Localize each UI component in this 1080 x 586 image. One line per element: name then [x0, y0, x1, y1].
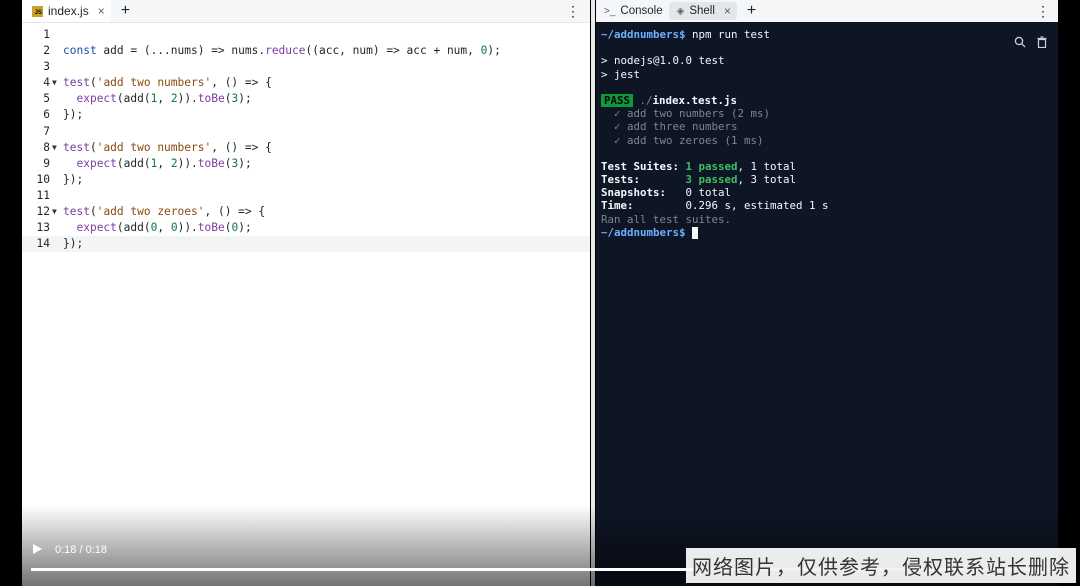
tab-shell[interactable]: ◈ Shell × — [668, 2, 737, 20]
ran-message: Ran all test suites. — [601, 212, 732, 226]
fold-arrow-icon[interactable]: ▼ — [52, 204, 57, 220]
code-line: 11 — [22, 188, 590, 204]
pass-badge: PASS — [601, 93, 634, 107]
code-line: 7 — [22, 124, 590, 140]
file-dir: ./ — [633, 93, 653, 107]
code-text: const add = (...nums) => nums.reduce((ac… — [63, 44, 501, 58]
summary-label: Snapshots: — [601, 186, 686, 200]
fold-arrow-icon[interactable]: ▼ — [52, 140, 57, 156]
code-text: }); — [63, 108, 84, 122]
command-text: npm run test — [685, 28, 771, 41]
test-result: ✓ add three numbers — [601, 120, 738, 134]
code-line: 8 ▼ test('add two numbers', () => { — [22, 140, 590, 156]
code-line: 9 expect(add(1, 2)).toBe(3); — [22, 156, 590, 172]
line-number: 2 — [43, 44, 50, 58]
tab-console[interactable]: >_ Console — [596, 2, 669, 20]
code-line: 2 const add = (...nums) => nums.reduce((a… — [22, 43, 590, 59]
line-number: 9 — [43, 156, 50, 170]
test-result: ✓ add two zeroes (1 ms) — [601, 133, 764, 147]
shell-prompt: ~/addnumbers$ — [601, 28, 686, 41]
tab-label: Console — [620, 5, 663, 17]
code-line: 13 expect(add(0, 0)).toBe(0); — [22, 220, 590, 236]
tab-label: Shell — [689, 5, 715, 17]
tab-index-js[interactable]: JS index.js × — [22, 0, 111, 22]
code-line-active: 14}); — [22, 236, 590, 253]
code-text: }); — [63, 172, 84, 186]
line-number: 14 — [36, 237, 50, 251]
line-number: 6 — [43, 108, 50, 122]
summary-passed: 1 passed — [685, 159, 738, 173]
close-tab-icon[interactable]: × — [98, 4, 105, 18]
summary-label: Tests: — [601, 173, 686, 187]
summary-value: 0.296 s, estimated 1 s — [685, 199, 829, 213]
terminal-pane: >_ Console ◈ Shell × + ⋮ ~/addnumbers$ n… — [596, 0, 1058, 586]
line-number: 4 — [43, 76, 50, 90]
line-number: 1 — [43, 28, 50, 41]
code-line: 4 ▼ test('add two numbers', () => { — [22, 75, 590, 91]
code-line: 10}); — [22, 172, 590, 188]
video-progress-fill — [31, 568, 694, 571]
line-number: 3 — [43, 60, 50, 74]
output-line: > nodejs@1.0.0 test — [601, 54, 725, 68]
code-text: expect(add(1, 2)).toBe(3); — [76, 156, 252, 170]
code-line: 12 ▼ test('add two zeroes', () => { — [22, 204, 590, 220]
terminal-menu-button[interactable]: ⋮ — [1036, 4, 1050, 18]
output-line: > jest — [601, 67, 641, 81]
play-icon[interactable] — [33, 544, 42, 554]
video-time: 0:18 / 0:18 — [55, 544, 107, 556]
code-line: 5 expect(add(1, 2)).toBe(3); — [22, 91, 590, 107]
code-area[interactable]: 1 2 const add = (...nums) => nums.reduce(… — [22, 27, 590, 253]
javascript-file-icon: JS — [32, 5, 43, 17]
code-text: test('add two numbers', () => { — [63, 140, 272, 154]
pane-divider[interactable] — [591, 0, 595, 586]
test-result: ✓ add two numbers (2 ms) — [601, 107, 771, 121]
summary-total: , 3 total — [737, 173, 797, 187]
file-name: index.test.js — [652, 93, 738, 107]
code-text: }); — [63, 237, 84, 251]
code-editor-pane: JS index.js × + ⋮ 1 2 const add = (...num… — [22, 0, 590, 586]
code-text: expect(add(1, 2)).toBe(3); — [76, 92, 252, 106]
code-text: test('add two zeroes', () => { — [63, 205, 266, 219]
code-line: 6}); — [22, 107, 590, 123]
line-number: 5 — [43, 92, 50, 106]
code-line: 3 — [22, 59, 590, 75]
code-line: 1 — [22, 27, 590, 43]
summary-label: Test Suites: — [601, 159, 686, 173]
fold-arrow-icon[interactable]: ▼ — [52, 75, 57, 91]
summary-passed: 3 passed — [685, 173, 738, 187]
add-tab-button[interactable]: + — [121, 3, 130, 19]
code-text: expect(add(0, 0)).toBe(0); — [76, 221, 252, 235]
close-tab-icon[interactable]: × — [724, 4, 731, 18]
terminal-tab-bar: >_ Console ◈ Shell × + ⋮ — [596, 0, 1058, 22]
summary-value: 0 total — [685, 186, 732, 200]
editor-tab-bar: JS index.js × + ⋮ — [22, 0, 590, 23]
tab-label: index.js — [48, 4, 89, 18]
terminal-output[interactable]: ~/addnumbers$ npm run test > nodejs@1.0.… — [601, 28, 1058, 239]
line-number: 12 — [36, 205, 50, 219]
line-number: 8 — [43, 140, 50, 154]
line-number: 10 — [36, 172, 50, 186]
console-icon: >_ — [604, 5, 616, 17]
terminal-cursor — [692, 226, 699, 239]
shell-prompt: ~/addnumbers$ — [601, 225, 686, 239]
line-number: 7 — [43, 124, 50, 138]
editor-menu-button[interactable]: ⋮ — [566, 4, 580, 18]
summary-total: , 1 total — [737, 159, 797, 173]
line-number: 13 — [36, 221, 50, 235]
code-text: test('add two numbers', () => { — [63, 76, 272, 90]
line-number: 11 — [36, 188, 50, 202]
shell-icon: ◈ — [676, 5, 685, 17]
summary-label: Time: — [601, 199, 686, 213]
watermark: 网络图片，仅供参考，侵权联系站长删除 — [686, 548, 1076, 583]
add-tab-button[interactable]: + — [747, 3, 756, 19]
